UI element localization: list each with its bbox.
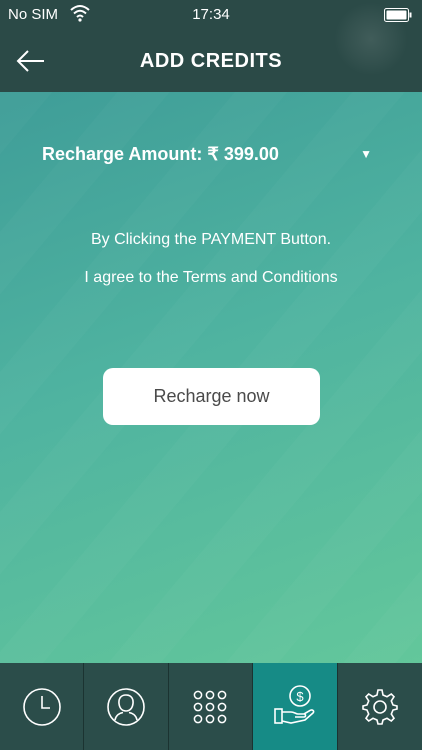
gear-icon — [361, 688, 398, 725]
recharge-now-button[interactable]: Recharge now — [103, 368, 320, 425]
main-content: Recharge Amount: ₹ 399.00 ▼ By Clicking … — [0, 92, 422, 663]
svg-text:$: $ — [296, 689, 304, 704]
tab-keypad[interactable] — [168, 663, 254, 750]
recharge-amount-label: Recharge Amount: — [42, 144, 203, 164]
nav-bar: ADD CREDITS — [0, 2, 422, 92]
tab-settings[interactable] — [337, 663, 422, 750]
tab-add-credits[interactable]: $ — [253, 663, 338, 750]
keypad-icon — [194, 690, 227, 723]
tab-bar: $ — [0, 663, 422, 750]
clock-icon — [22, 687, 61, 726]
recharge-amount-dropdown[interactable]: Recharge Amount: ₹ 399.00 ▼ — [42, 144, 378, 168]
tab-history[interactable] — [0, 663, 85, 750]
recharge-amount-value: ₹ 399.00 — [207, 144, 279, 164]
dropdown-caret-icon: ▼ — [360, 147, 372, 161]
page-title: ADD CREDITS — [139, 50, 283, 72]
terms-line-2: I agree to the Terms and Conditions — [84, 269, 338, 286]
tab-profile[interactable] — [84, 663, 169, 750]
terms-line-1: By Clicking the PAYMENT Button. — [90, 231, 332, 248]
user-icon — [107, 687, 145, 726]
payment-icon: $ — [274, 684, 315, 724]
